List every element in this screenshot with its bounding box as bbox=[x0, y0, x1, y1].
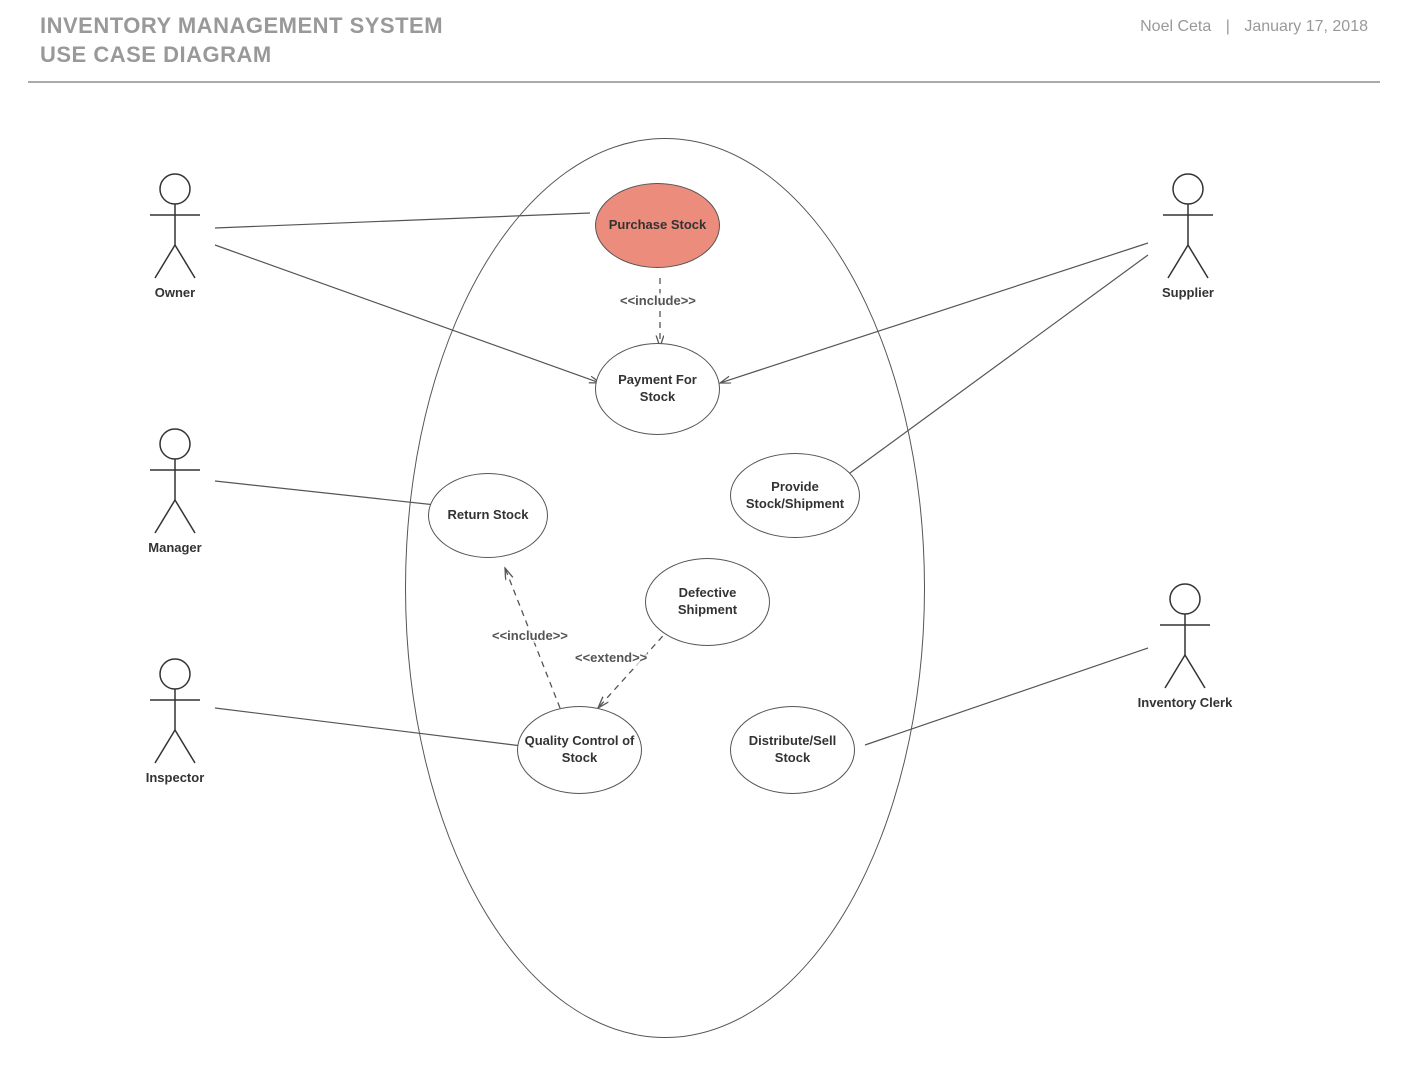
usecase-provide-label: Provide Stock/Shipment bbox=[735, 479, 855, 513]
actor-supplier-label: Supplier bbox=[1148, 285, 1228, 300]
usecase-return-stock: Return Stock bbox=[428, 473, 548, 558]
usecase-payment-for-stock: Payment For Stock bbox=[595, 343, 720, 435]
meta-separator: | bbox=[1226, 18, 1230, 35]
rel-include-1: <<include>> bbox=[620, 293, 696, 308]
usecase-quality-control: Quality Control of Stock bbox=[517, 706, 642, 794]
usecase-distribute-label: Distribute/Sell Stock bbox=[735, 733, 850, 767]
actor-supplier: Supplier bbox=[1148, 173, 1228, 300]
author: Noel Ceta bbox=[1140, 18, 1211, 35]
meta-block: Noel Ceta | January 17, 2018 bbox=[1140, 18, 1368, 36]
usecase-provide-stock: Provide Stock/Shipment bbox=[730, 453, 860, 538]
actor-manager-label: Manager bbox=[135, 540, 215, 555]
diagram-canvas: Owner Manager Inspector Supplier bbox=[0, 83, 1408, 1043]
date: January 17, 2018 bbox=[1244, 18, 1368, 35]
actor-inspector: Inspector bbox=[135, 658, 215, 785]
title-line-1: INVENTORY MANAGEMENT SYSTEM bbox=[40, 12, 443, 41]
actor-manager: Manager bbox=[135, 428, 215, 555]
title-block: INVENTORY MANAGEMENT SYSTEM USE CASE DIA… bbox=[40, 12, 443, 69]
usecase-defective-shipment: Defective Shipment bbox=[645, 558, 770, 646]
usecase-defective-label: Defective Shipment bbox=[650, 585, 765, 619]
rel-include-2: <<include>> bbox=[492, 628, 568, 643]
actor-owner: Owner bbox=[135, 173, 215, 300]
header: INVENTORY MANAGEMENT SYSTEM USE CASE DIA… bbox=[0, 0, 1408, 81]
rel-extend-1: <<extend>> bbox=[575, 650, 647, 665]
title-line-2: USE CASE DIAGRAM bbox=[40, 41, 443, 70]
usecase-purchase-stock: Purchase Stock bbox=[595, 183, 720, 268]
usecase-payment-label: Payment For Stock bbox=[600, 372, 715, 406]
actor-inspector-label: Inspector bbox=[135, 770, 215, 785]
actor-clerk-label: Inventory Clerk bbox=[1130, 695, 1240, 710]
actor-inventory-clerk: Inventory Clerk bbox=[1130, 583, 1240, 710]
actor-owner-label: Owner bbox=[135, 285, 215, 300]
usecase-distribute-sell: Distribute/Sell Stock bbox=[730, 706, 855, 794]
usecase-return-label: Return Stock bbox=[448, 507, 529, 524]
usecase-qc-label: Quality Control of Stock bbox=[522, 733, 637, 767]
usecase-purchase-stock-label: Purchase Stock bbox=[609, 217, 707, 234]
